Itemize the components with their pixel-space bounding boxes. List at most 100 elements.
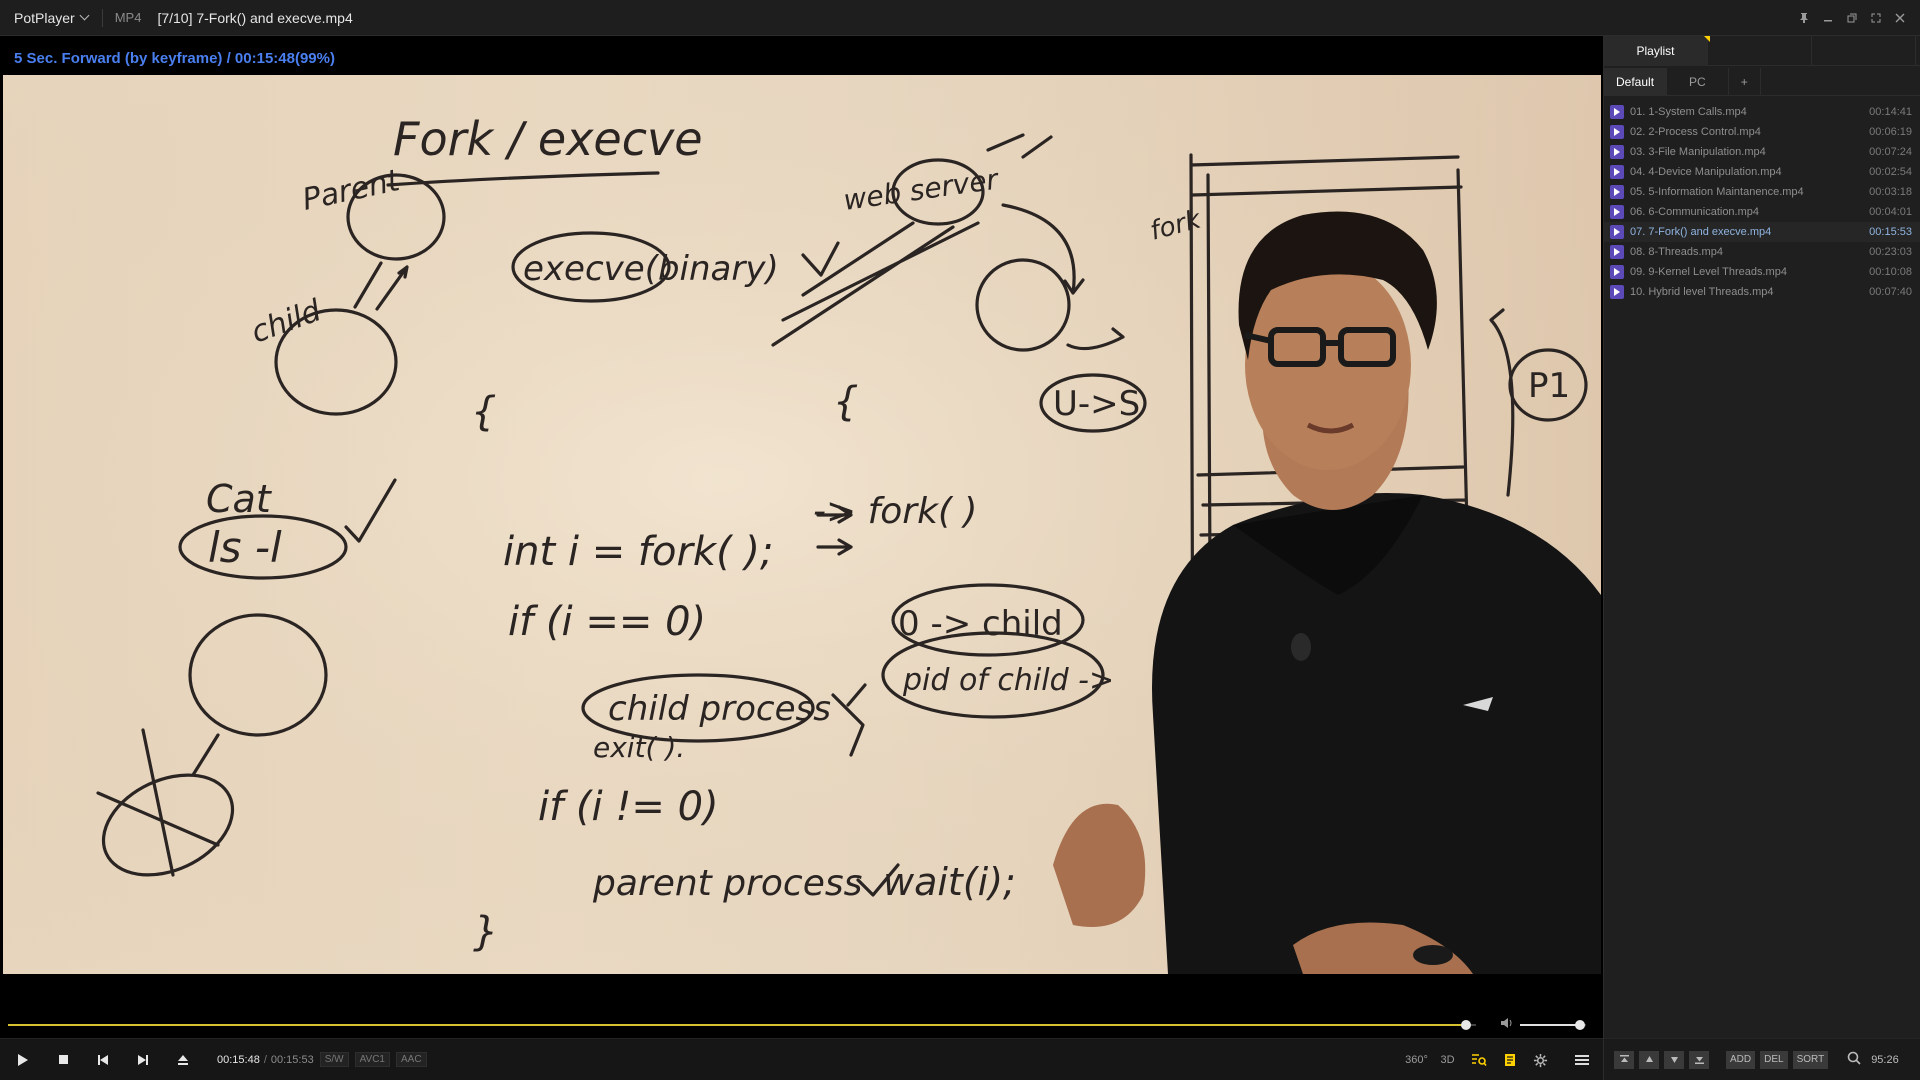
playlist-item-name: 09. 9-Kernel Level Threads.mp4 (1630, 266, 1787, 278)
video-file-icon (1610, 145, 1624, 159)
subtab-pc[interactable]: PC (1667, 68, 1729, 96)
wb-wait: wait(i); (883, 860, 1016, 904)
volume-thumb[interactable] (1575, 1020, 1586, 1030)
tab-empty-2[interactable] (1812, 36, 1916, 66)
tab-empty[interactable] (1708, 36, 1812, 66)
playlist-item-name: 10. Hybrid level Threads.mp4 (1630, 286, 1774, 298)
wb-int-i: int i = fork( ); (503, 529, 774, 575)
playlist-item[interactable]: 04. 4-Device Manipulation.mp4 00:02:54 (1604, 162, 1920, 182)
playlist-item[interactable]: 02. 2-Process Control.mp4 00:06:19 (1604, 122, 1920, 142)
playlist-item-name: 08. 8-Threads.mp4 (1630, 246, 1723, 258)
playlist-total-duration: 95:26 (1871, 1053, 1899, 1066)
playlist-item[interactable]: 08. 8-Threads.mp4 00:23:03 (1604, 242, 1920, 262)
playlist-item-name: 03. 3-File Manipulation.mp4 (1630, 146, 1766, 158)
playlist-item-duration: 00:02:54 (1869, 166, 1912, 178)
move-up-button[interactable] (1639, 1050, 1659, 1069)
sort-button[interactable]: SORT (1792, 1050, 1829, 1069)
osd-message: 5 Sec. Forward (by keyframe) / 00:15:48(… (14, 50, 335, 67)
arrow-down-icon (1670, 1057, 1678, 1063)
stop-button[interactable] (43, 1044, 83, 1076)
wb-exit: exit( ). (593, 731, 685, 764)
eject-button[interactable] (163, 1044, 203, 1076)
playlist-item-name: 01. 1-System Calls.mp4 (1630, 106, 1747, 118)
move-bottom-button[interactable] (1689, 1050, 1709, 1069)
wb-p1: P1 (1528, 366, 1570, 406)
play-button[interactable] (3, 1044, 43, 1076)
format-label: MP4 (114, 10, 142, 25)
next-button[interactable] (123, 1044, 163, 1076)
video-file-icon (1610, 125, 1624, 139)
control-bar: 00:15:48 / 00:15:53 S/W AVC1 AAC 360° 3D (0, 1038, 1603, 1080)
wb-zero-child: 0 -> child (898, 604, 1063, 644)
wb-execve: execve(binary) (523, 249, 779, 289)
restore-button[interactable] (1840, 6, 1864, 30)
search-icon[interactable] (1847, 1051, 1861, 1068)
playlist-item[interactable]: 06. 6-Communication.mp4 00:04:01 (1604, 202, 1920, 222)
subtab-default[interactable]: Default (1604, 68, 1668, 96)
eject-icon (178, 1054, 188, 1065)
panel-tabs: Playlist (1604, 36, 1920, 66)
move-bottom-icon (1694, 1057, 1704, 1064)
document-icon (1504, 1054, 1515, 1066)
move-top-icon (1619, 1055, 1629, 1062)
pin-icon[interactable] (1792, 6, 1816, 30)
audio-codec-tag[interactable]: AAC (396, 1052, 427, 1067)
playlist-item[interactable]: 09. 9-Kernel Level Threads.mp4 00:10:08 (1604, 262, 1920, 282)
playlist-item-duration: 00:10:08 (1869, 266, 1912, 278)
list-search-icon (1471, 1054, 1487, 1066)
seek-bar[interactable] (8, 1020, 1476, 1030)
playlist-items: 01. 1-System Calls.mp4 00:14:41 02. 2-Proc… (1604, 102, 1920, 302)
wb-if-zero: if (i == 0) (508, 599, 706, 645)
add-button[interactable]: ADD (1726, 1050, 1756, 1069)
playlist-item[interactable]: 05. 5-Information Maintanence.mp4 00:03:1… (1604, 182, 1920, 202)
playlist-item-name: 07. 7-Fork() and execve.mp4 (1630, 226, 1772, 238)
playlist-item-duration: 00:04:01 (1869, 206, 1912, 218)
subtitle-button[interactable] (1494, 1045, 1525, 1075)
delete-button[interactable]: DEL (1760, 1050, 1788, 1069)
decoder-tag[interactable]: S/W (319, 1052, 349, 1067)
seek-thumb[interactable] (1460, 1020, 1471, 1030)
vr-360-button[interactable]: 360° (1401, 1045, 1432, 1075)
video-file-icon (1610, 265, 1624, 279)
playlist-item[interactable]: 01. 1-System Calls.mp4 00:14:41 (1604, 102, 1920, 122)
move-top-button[interactable] (1614, 1050, 1634, 1069)
playlist-panel: Playlist Default PC + 01. 1-System Calls… (1603, 36, 1920, 1080)
minimize-button[interactable] (1816, 6, 1840, 30)
playlist-search-button[interactable] (1463, 1045, 1494, 1075)
tab-playlist[interactable]: Playlist (1604, 36, 1708, 66)
settings-button[interactable] (1525, 1045, 1556, 1075)
svg-text:{: { (833, 379, 858, 425)
video-area[interactable]: 5 Sec. Forward (by keyframe) / 00:15:48(… (0, 36, 1603, 1030)
right-controls: 360° 3D (1401, 1039, 1597, 1080)
video-file-icon (1610, 165, 1624, 179)
video-file-icon (1610, 245, 1624, 259)
seek-row (0, 1012, 1603, 1038)
volume-slider[interactable] (1520, 1020, 1586, 1030)
previous-button[interactable] (83, 1044, 123, 1076)
move-down-button[interactable] (1664, 1050, 1684, 1069)
fullscreen-button[interactable] (1864, 6, 1888, 30)
app-menu-button[interactable]: PotPlayer (0, 0, 102, 36)
menu-button[interactable] (1566, 1045, 1597, 1075)
3d-button[interactable]: 3D (1432, 1045, 1463, 1075)
video-frame: Fork / execve Parent child Cat ls -l exe… (3, 75, 1601, 974)
playlist-item-duration: 00:15:53 (1869, 226, 1912, 238)
playlist-item[interactable]: 03. 3-File Manipulation.mp4 00:07:24 (1604, 142, 1920, 162)
wb-child-process: child process (608, 689, 831, 729)
current-time: 00:15:48 (217, 1053, 260, 1066)
volume-icon[interactable] (1500, 1016, 1514, 1032)
wb-fork-call: -> fork( ) (813, 491, 977, 532)
subtab-add[interactable]: + (1729, 68, 1761, 96)
playlist-item-duration: 00:07:40 (1869, 286, 1912, 298)
video-codec-tag[interactable]: AVC1 (354, 1052, 390, 1067)
hamburger-icon (1574, 1055, 1589, 1065)
wb-title: Fork / execve (393, 112, 703, 166)
playlist-item[interactable]: 07. 7-Fork() and execve.mp4 00:15:53 (1604, 222, 1920, 242)
playlist-item-duration: 00:23:03 (1869, 246, 1912, 258)
wb-cat: Cat (206, 477, 273, 521)
wb-if-nonzero: if (i != 0) (538, 784, 719, 830)
svg-text:}: } (473, 909, 498, 955)
close-button[interactable] (1888, 6, 1912, 30)
playlist-item[interactable]: 10. Hybrid level Threads.mp4 00:07:40 (1604, 282, 1920, 302)
wb-parent-process: parent process (592, 863, 862, 904)
